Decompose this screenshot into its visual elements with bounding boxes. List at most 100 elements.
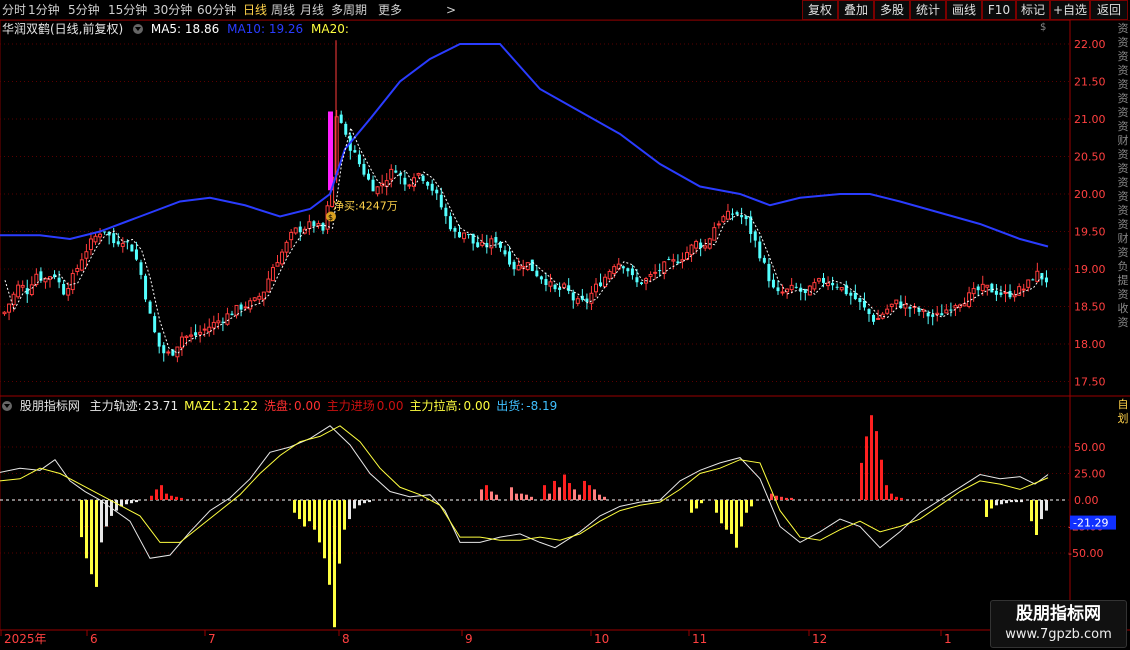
candle[interactable] [712,222,717,241]
candle[interactable] [699,238,703,257]
candle[interactable] [944,304,949,314]
candle[interactable] [753,229,757,248]
candle[interactable] [767,258,771,288]
candle[interactable] [853,284,857,301]
candle[interactable] [248,297,253,313]
candle[interactable] [234,304,239,319]
candle[interactable] [153,312,157,334]
sidebar-tab-19[interactable]: 资 [1116,288,1130,302]
candle[interactable] [2,311,7,316]
candle[interactable] [53,270,57,280]
candle[interactable] [867,308,871,322]
candle[interactable] [444,203,448,224]
candle[interactable] [394,164,398,174]
candle[interactable] [962,297,967,307]
sidebar-tab-9[interactable]: 资 [1116,148,1130,162]
candle[interactable] [116,233,120,247]
candle[interactable] [826,276,831,291]
candle[interactable] [144,273,148,303]
candle[interactable] [539,275,543,284]
candle[interactable] [839,287,844,292]
candle[interactable] [880,311,885,320]
candle[interactable] [130,243,134,252]
candle[interactable] [280,248,285,267]
candle[interactable] [567,278,571,295]
candle[interactable] [530,259,534,272]
candle[interactable] [485,234,489,254]
candle[interactable] [439,187,443,210]
candle[interactable] [799,283,803,301]
candle[interactable] [935,306,940,322]
candle[interactable] [184,335,189,346]
candle[interactable] [644,276,649,291]
candle[interactable] [462,232,467,243]
candle[interactable] [771,273,775,289]
sidebar-tab-14[interactable]: 资 [1116,218,1130,232]
candle[interactable] [367,169,370,181]
candle[interactable] [225,307,230,326]
sidebar-tab-2[interactable]: 资 [1116,50,1130,64]
candle[interactable] [230,310,234,316]
candle[interactable] [293,227,298,235]
candle[interactable] [371,175,375,192]
candle[interactable] [166,349,171,356]
sidebar-tab-7[interactable]: 资 [1116,120,1130,134]
candle[interactable] [667,256,671,261]
candle[interactable] [872,313,876,325]
candle[interactable] [48,275,52,288]
candle[interactable] [594,277,598,298]
candle[interactable] [120,237,125,253]
candle[interactable] [835,283,839,290]
candle[interactable] [858,297,862,311]
candle[interactable] [876,309,881,320]
candle[interactable] [162,342,166,362]
sidebar-tab-21[interactable]: 资 [1116,316,1130,330]
candle[interactable] [553,283,557,293]
sidebar-tab-10[interactable]: 资 [1116,162,1130,176]
indicator-sidebar-tab-0[interactable]: 自 [1116,398,1130,412]
candle[interactable] [257,292,262,304]
candle[interactable] [994,283,998,302]
candle[interactable] [139,259,143,280]
candle[interactable] [931,309,935,326]
candle[interactable] [903,295,908,316]
candle[interactable] [39,267,43,283]
candle[interactable] [816,277,821,284]
candle[interactable] [558,282,562,297]
candle[interactable] [16,280,21,299]
candle[interactable] [503,245,507,257]
sidebar-tab-13[interactable]: 资 [1116,204,1130,218]
sidebar-tab-11[interactable]: 资 [1116,176,1130,190]
candle[interactable] [762,255,766,265]
candle[interactable] [980,275,985,296]
candle[interactable] [211,315,216,335]
sidebar-tab-15[interactable]: 财 [1116,232,1130,246]
candle[interactable] [20,280,25,292]
sidebar-tab-1[interactable]: 资 [1116,36,1130,50]
candle[interactable] [1035,262,1040,283]
candle[interactable] [266,270,271,293]
candle[interactable] [831,276,835,291]
indicator-sidebar-tab-1[interactable]: 划 [1116,412,1130,426]
candle[interactable] [725,203,730,220]
sidebar-tab-6[interactable]: 资 [1116,106,1130,120]
candle[interactable] [794,282,798,289]
candle[interactable] [662,261,667,280]
candle[interactable] [740,207,744,225]
candle[interactable] [544,272,548,292]
candle[interactable] [1021,283,1026,297]
right-info-sidebar[interactable]: 资资资资资资资资财资资资资资资财资负提资收资 [1116,22,1130,395]
sidebar-tab-0[interactable]: 资 [1116,22,1130,36]
candle[interactable] [344,121,348,137]
candle[interactable] [844,280,848,296]
candle[interactable] [339,110,343,124]
sidebar-tab-5[interactable]: 资 [1116,92,1130,106]
candle[interactable] [252,297,257,302]
candle[interactable] [603,273,608,288]
candle[interactable] [157,332,161,354]
candle[interactable] [744,215,748,226]
highlight-candle[interactable] [328,111,333,191]
candle[interactable] [70,269,75,295]
candle[interactable] [321,222,325,235]
candle[interactable] [34,268,39,288]
